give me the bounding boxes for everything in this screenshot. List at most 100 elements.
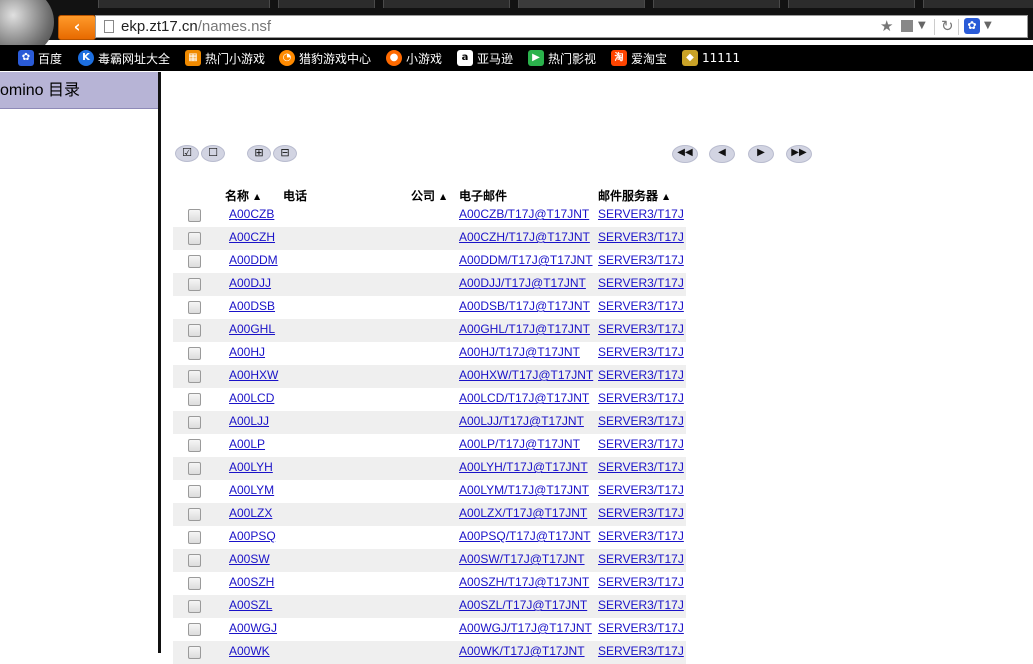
row-checkbox[interactable] [188,347,201,360]
row-checkbox[interactable] [188,439,201,452]
email-link[interactable]: A00SW/T17J@T17JNT [459,552,585,566]
person-name-link[interactable]: A00GHL [229,322,275,336]
bookmark-11111[interactable]: ◆ 11111 [682,50,740,66]
row-checkbox[interactable] [188,232,201,245]
bookmark-cheetah-games[interactable]: ◔ 猎豹游戏中心 [279,50,371,66]
mail-server-link[interactable]: SERVER3/T17J [598,322,684,336]
bookmark-mini-games[interactable]: ● 小游戏 [386,50,442,66]
person-name-link[interactable]: A00DJJ [229,276,271,290]
expand-all-button[interactable]: ⊞ [247,145,271,162]
mail-server-link[interactable]: SERVER3/T17J [598,230,684,244]
person-name-link[interactable]: A00WGJ [229,621,277,635]
mail-server-link[interactable]: SERVER3/T17J [598,644,684,658]
mail-server-link[interactable]: SERVER3/T17J [598,483,684,497]
browser-tab[interactable] [788,0,915,8]
row-checkbox[interactable] [188,508,201,521]
browser-tab[interactable] [98,0,270,8]
email-link[interactable]: A00LYM/T17J@T17JNT [459,483,589,497]
bookmark-baidu[interactable]: ✿ 百度 [18,50,62,66]
email-link[interactable]: A00LJJ/T17J@T17JNT [459,414,584,428]
first-page-button[interactable]: ◀◀ [672,145,698,163]
person-name-link[interactable]: A00SZL [229,598,272,612]
browser-tab[interactable] [653,0,780,8]
row-checkbox[interactable] [188,531,201,544]
mail-server-link[interactable]: SERVER3/T17J [598,276,684,290]
email-link[interactable]: A00CZB/T17J@T17JNT [459,207,589,221]
row-checkbox[interactable] [188,370,201,383]
email-link[interactable]: A00LZX/T17J@T17JNT [459,506,587,520]
mail-server-link[interactable]: SERVER3/T17J [598,391,684,405]
person-name-link[interactable]: A00CZB [229,207,274,221]
browser-tab[interactable] [923,0,1033,8]
email-link[interactable]: A00PSQ/T17J@T17JNT [459,529,591,543]
person-name-link[interactable]: A00SZH [229,575,274,589]
row-checkbox[interactable] [188,462,201,475]
email-link[interactable]: A00HJ/T17J@T17JNT [459,345,580,359]
bookmark-movies[interactable]: ▶ 热门影视 [528,50,596,66]
bookmark-amazon[interactable]: a 亚马逊 [457,50,513,66]
person-name-link[interactable]: A00LYM [229,483,274,497]
next-page-button[interactable]: ▶ [748,145,774,163]
address-bar[interactable]: ekp.zt17.cn/names.nsf ★ ▼ ↻ ✿ ▼ [95,15,1028,38]
mail-server-link[interactable]: SERVER3/T17J [598,299,684,313]
mail-server-link[interactable]: SERVER3/T17J [598,207,684,221]
chevron-down-icon[interactable]: ▼ [984,20,992,31]
person-name-link[interactable]: A00HJ [229,345,265,359]
star-icon[interactable]: ★ [880,17,893,35]
person-name-link[interactable]: A00LZX [229,506,272,520]
mail-server-link[interactable]: SERVER3/T17J [598,460,684,474]
sort-ascending-icon[interactable]: ▲ [663,192,669,201]
mail-server-link[interactable]: SERVER3/T17J [598,368,684,382]
sort-ascending-icon[interactable]: ▲ [254,192,260,201]
row-checkbox[interactable] [188,577,201,590]
email-link[interactable]: A00DJJ/T17J@T17JNT [459,276,586,290]
person-name-link[interactable]: A00DDM [229,253,278,267]
row-checkbox[interactable] [188,255,201,268]
person-name-link[interactable]: A00DSB [229,299,275,313]
mail-server-link[interactable]: SERVER3/T17J [598,437,684,451]
mail-server-link[interactable]: SERVER3/T17J [598,253,684,267]
deselect-all-button[interactable]: ☐ [201,145,225,162]
person-name-link[interactable]: A00LJJ [229,414,269,428]
email-link[interactable]: A00SZH/T17J@T17JNT [459,575,589,589]
mail-server-link[interactable]: SERVER3/T17J [598,345,684,359]
column-header-company[interactable]: 公司 ▲ [411,187,446,204]
previous-page-button[interactable]: ◀ [709,145,735,163]
row-checkbox[interactable] [188,324,201,337]
row-checkbox[interactable] [188,554,201,567]
person-name-link[interactable]: A00LYH [229,460,273,474]
paw-icon[interactable]: ✿ [964,18,980,34]
row-checkbox[interactable] [188,416,201,429]
person-name-link[interactable]: A00PSQ [229,529,276,543]
browser-tab[interactable] [383,0,510,8]
email-link[interactable]: A00CZH/T17J@T17JNT [459,230,590,244]
mail-server-link[interactable]: SERVER3/T17J [598,575,684,589]
row-checkbox[interactable] [188,393,201,406]
browser-tab-active[interactable] [518,0,645,8]
email-link[interactable]: A00LP/T17J@T17JNT [459,437,580,451]
bookmark-duba[interactable]: K 毒霸网址大全 [78,50,170,66]
person-name-link[interactable]: A00LP [229,437,265,451]
row-checkbox[interactable] [188,278,201,291]
email-link[interactable]: A00HXW/T17J@T17JNT [459,368,593,382]
row-checkbox[interactable] [188,485,201,498]
bookmark-taobao[interactable]: 淘 爱淘宝 [611,50,667,66]
back-button[interactable]: ‹ [58,15,96,40]
email-link[interactable]: A00SZL/T17J@T17JNT [459,598,587,612]
browser-tab[interactable] [278,0,375,8]
row-checkbox[interactable] [188,623,201,636]
chevron-down-icon[interactable]: ▼ [918,20,926,31]
mail-server-link[interactable]: SERVER3/T17J [598,621,684,635]
person-name-link[interactable]: A00CZH [229,230,275,244]
select-all-button[interactable]: ☑ [175,145,199,162]
mail-server-link[interactable]: SERVER3/T17J [598,552,684,566]
email-link[interactable]: A00WK/T17J@T17JNT [459,644,585,658]
email-link[interactable]: A00LYH/T17J@T17JNT [459,460,588,474]
qr-code-icon[interactable] [901,20,913,32]
person-name-link[interactable]: A00HXW [229,368,278,382]
bookmark-hot-games[interactable]: ▦ 热门小游戏 [185,50,265,66]
row-checkbox[interactable] [188,600,201,613]
mail-server-link[interactable]: SERVER3/T17J [598,414,684,428]
email-link[interactable]: A00LCD/T17J@T17JNT [459,391,589,405]
email-link[interactable]: A00WGJ/T17J@T17JNT [459,621,592,635]
